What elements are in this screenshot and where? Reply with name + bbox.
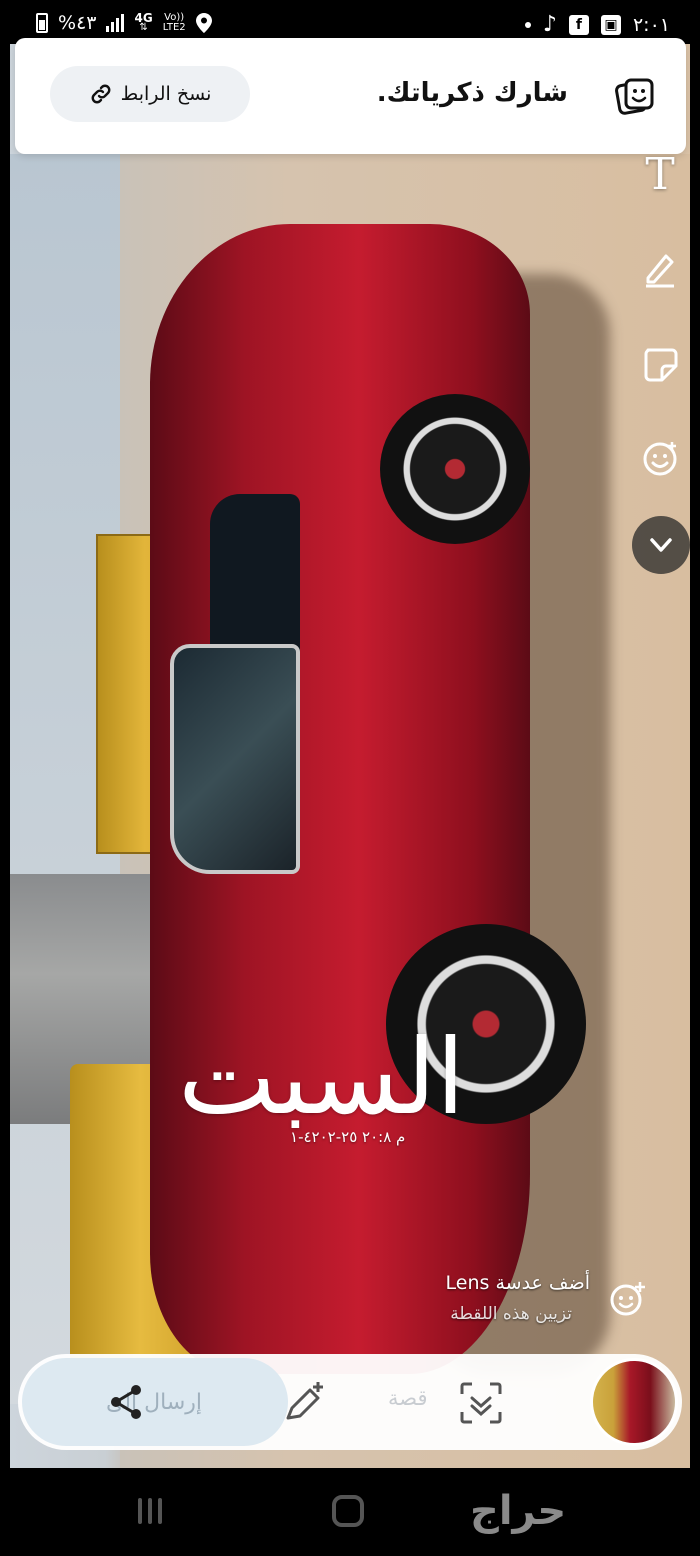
send-to-button[interactable]: إرسال إلى — [22, 1358, 288, 1446]
status-right: ♪ f ▣ ٢:٠١ — [524, 12, 670, 37]
text-tool-icon: T — [645, 148, 675, 200]
text-tool-button[interactable]: T — [632, 146, 688, 202]
chevron-down-icon — [650, 538, 672, 552]
date-caption: م ٢٠:٨ ٢٥-٤٢٠٢-١ — [290, 1128, 406, 1146]
bottom-action-bar: إرسال إلى قصة — [18, 1354, 682, 1450]
status-time: ٢:٠١ — [632, 13, 670, 36]
link-icon — [91, 84, 111, 104]
story-label[interactable]: قصة — [388, 1386, 428, 1410]
tiktok-icon: ♪ — [542, 12, 557, 37]
facebook-icon: f — [568, 14, 589, 35]
home-icon[interactable] — [332, 1495, 364, 1527]
emoji-icon — [643, 442, 677, 476]
pen-icon — [646, 254, 674, 288]
car-windshield — [170, 644, 300, 874]
add-lens-icon[interactable] — [606, 1278, 648, 1320]
red-car — [150, 224, 586, 1374]
signal-icon — [106, 14, 125, 32]
more-tools-button[interactable] — [632, 516, 690, 574]
gallery-icon: ▣ — [600, 14, 621, 35]
copy-link-button[interactable]: نسخ الرابط — [50, 66, 250, 122]
pen-tool-button[interactable] — [632, 240, 688, 296]
share-icon[interactable] — [106, 1382, 146, 1422]
sticker-icon — [644, 348, 678, 382]
volte-label: Vo)) LTE2 — [162, 12, 186, 33]
day-caption[interactable]: السبت — [178, 1016, 465, 1138]
lens-subtitle: تزيين هذه اللقطة — [450, 1304, 572, 1324]
memories-icon[interactable] — [612, 74, 656, 118]
share-memories-card: شارك ذكرياتك. نسخ الرابط — [15, 38, 686, 154]
haraj-watermark: حراج — [470, 1488, 567, 1534]
lens-title[interactable]: أضف عدسة Lens — [446, 1272, 590, 1294]
battery-percent: %٤٣ — [58, 12, 97, 34]
scan-icon[interactable] — [458, 1380, 504, 1426]
location-icon — [195, 13, 212, 33]
status-left: %٤٣ 4G ⇅ Vo)) LTE2 — [36, 12, 212, 34]
share-title: شارك ذكرياتك. — [376, 78, 568, 108]
copy-link-label: نسخ الرابط — [120, 83, 212, 105]
snap-thumbnail[interactable] — [590, 1358, 678, 1446]
car-wheel-rear — [380, 394, 530, 544]
emoji-tool-button[interactable] — [632, 430, 688, 486]
snap-photo[interactable] — [10, 44, 690, 1468]
network-type: 4G ⇅ — [134, 11, 153, 33]
recents-icon[interactable] — [138, 1498, 162, 1524]
sticker-tool-button[interactable] — [632, 336, 688, 392]
dot-icon — [524, 21, 531, 28]
nav-bar: حراج — [0, 1468, 700, 1556]
battery-icon — [36, 13, 48, 33]
edit-icon[interactable] — [282, 1380, 328, 1426]
